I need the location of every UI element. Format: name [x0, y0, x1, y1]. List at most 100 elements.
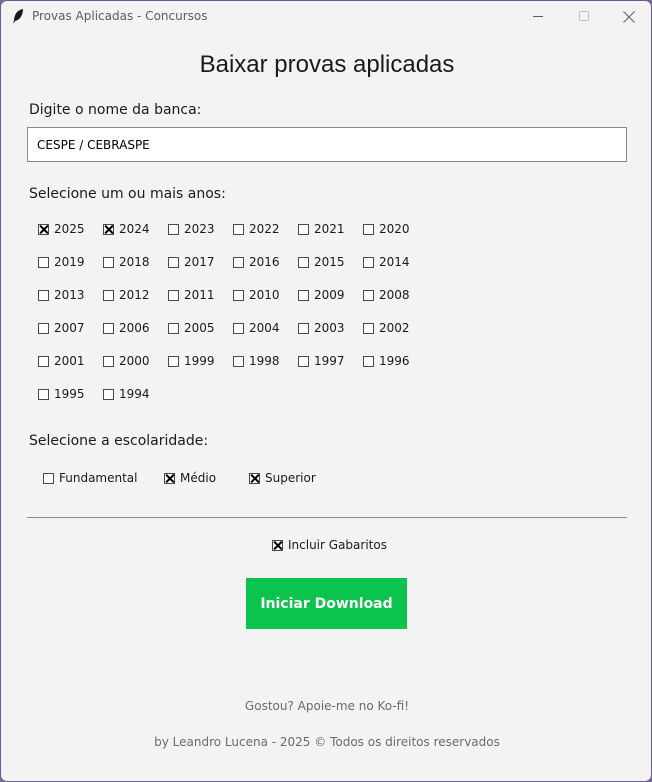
checkbox-box[interactable] [38, 355, 49, 367]
escolaridade-option-label: Fundamental [59, 471, 138, 485]
checkbox-box[interactable] [103, 289, 114, 301]
window-title: Provas Aplicadas - Concursos [32, 9, 208, 23]
checkbox-box[interactable] [168, 289, 179, 301]
year-checkbox[interactable]: 2023 [168, 220, 215, 238]
checkbox-box[interactable] [363, 355, 374, 367]
year-label: 1998 [249, 354, 280, 368]
checkbox-box[interactable] [233, 322, 244, 334]
year-checkbox[interactable]: 2015 [298, 253, 345, 271]
checkbox-box[interactable] [272, 539, 283, 551]
checkbox-box[interactable] [38, 388, 49, 400]
escolaridade-option-label: Médio [180, 471, 217, 485]
year-checkbox[interactable]: 2008 [363, 286, 410, 304]
year-checkbox[interactable]: 1997 [298, 352, 345, 370]
year-checkbox[interactable]: 2002 [363, 319, 410, 337]
checkbox-box[interactable] [168, 223, 179, 235]
checkbox-box[interactable] [363, 322, 374, 334]
checkbox-box[interactable] [38, 223, 49, 235]
year-label: 2009 [314, 288, 345, 302]
checkbox-box[interactable] [233, 223, 244, 235]
minimize-button[interactable] [515, 1, 561, 32]
year-checkbox[interactable]: 2019 [38, 253, 85, 271]
year-checkbox[interactable]: 2025 [38, 220, 85, 238]
kofi-link[interactable]: Gostou? Apoie-me no Ko-fi! [1, 699, 651, 713]
year-checkbox[interactable]: 1998 [233, 352, 280, 370]
checkbox-box[interactable] [38, 289, 49, 301]
year-checkbox[interactable]: 2010 [233, 286, 280, 304]
escolaridade-checkbox[interactable]: Superior [249, 469, 316, 487]
gabaritos-label: Incluir Gabaritos [288, 538, 387, 552]
year-checkbox[interactable]: 2009 [298, 286, 345, 304]
checkbox-box[interactable] [38, 256, 49, 268]
title-bar[interactable]: Provas Aplicadas - Concursos [1, 1, 651, 32]
year-checkbox[interactable]: 2005 [168, 319, 215, 337]
year-checkbox[interactable]: 2018 [103, 253, 150, 271]
checkbox-box[interactable] [298, 355, 309, 367]
checkbox-box[interactable] [168, 322, 179, 334]
year-label: 2002 [379, 321, 410, 335]
checkbox-box[interactable] [298, 289, 309, 301]
year-label: 2021 [314, 222, 345, 236]
checkbox-box[interactable] [363, 289, 374, 301]
checkbox-box[interactable] [233, 355, 244, 367]
year-checkbox[interactable]: 2016 [233, 253, 280, 271]
year-checkbox[interactable]: 2021 [298, 220, 345, 238]
year-checkbox[interactable]: 2024 [103, 220, 150, 238]
download-button[interactable]: Iniciar Download [246, 578, 407, 629]
year-checkbox[interactable]: 2014 [363, 253, 410, 271]
checkbox-box[interactable] [298, 223, 309, 235]
checkbox-box[interactable] [249, 472, 260, 484]
close-button[interactable] [606, 1, 651, 32]
year-checkbox[interactable]: 2006 [103, 319, 150, 337]
escolaridade-checkbox[interactable]: Médio [164, 469, 216, 487]
year-checkbox[interactable]: 2001 [38, 352, 85, 370]
year-label: 2020 [379, 222, 410, 236]
year-label: 2024 [119, 222, 150, 236]
checkbox-box[interactable] [168, 355, 179, 367]
checkbox-box[interactable] [233, 256, 244, 268]
checkbox-box[interactable] [103, 388, 114, 400]
year-label: 2016 [249, 255, 280, 269]
banca-input[interactable] [27, 127, 627, 162]
year-checkbox[interactable]: 2012 [103, 286, 150, 304]
checkbox-box[interactable] [103, 322, 114, 334]
banca-label: Digite o nome da banca: [29, 102, 202, 118]
year-checkbox[interactable]: 1999 [168, 352, 215, 370]
year-label: 2013 [54, 288, 85, 302]
year-checkbox[interactable]: 2013 [38, 286, 85, 304]
checkbox-box[interactable] [168, 256, 179, 268]
year-checkbox[interactable]: 2011 [168, 286, 215, 304]
year-label: 2007 [54, 321, 85, 335]
checkbox-box[interactable] [298, 322, 309, 334]
checkbox-box[interactable] [363, 256, 374, 268]
checkbox-box[interactable] [298, 256, 309, 268]
year-checkbox[interactable]: 2007 [38, 319, 85, 337]
credits-text: by Leandro Lucena - 2025 © Todos os dire… [154, 735, 500, 749]
year-checkbox[interactable]: 1996 [363, 352, 410, 370]
maximize-button[interactable] [561, 1, 607, 32]
year-checkbox[interactable]: 2003 [298, 319, 345, 337]
year-label: 2006 [119, 321, 150, 335]
year-label: 1995 [54, 387, 85, 401]
year-label: 2022 [249, 222, 280, 236]
year-checkbox[interactable]: 2000 [103, 352, 150, 370]
checkbox-box[interactable] [363, 223, 374, 235]
checkbox-box[interactable] [103, 256, 114, 268]
escolaridade-checkbox-group: Fundamental Médio Superior [43, 469, 343, 489]
checkbox-box[interactable] [38, 322, 49, 334]
year-checkbox[interactable]: 2017 [168, 253, 215, 271]
checkbox-box[interactable] [103, 355, 114, 367]
gabaritos-checkbox[interactable]: Incluir Gabaritos [272, 536, 387, 554]
minimize-icon [532, 16, 543, 17]
year-checkbox[interactable]: 2020 [363, 220, 410, 238]
year-checkbox[interactable]: 1995 [38, 385, 85, 403]
year-checkbox[interactable]: 2022 [233, 220, 280, 238]
year-label: 1997 [314, 354, 345, 368]
checkbox-box[interactable] [164, 472, 175, 484]
year-checkbox[interactable]: 2004 [233, 319, 280, 337]
escolaridade-checkbox[interactable]: Fundamental [43, 469, 138, 487]
checkbox-box[interactable] [103, 223, 114, 235]
checkbox-box[interactable] [233, 289, 244, 301]
year-checkbox[interactable]: 1994 [103, 385, 150, 403]
checkbox-box[interactable] [43, 472, 54, 484]
